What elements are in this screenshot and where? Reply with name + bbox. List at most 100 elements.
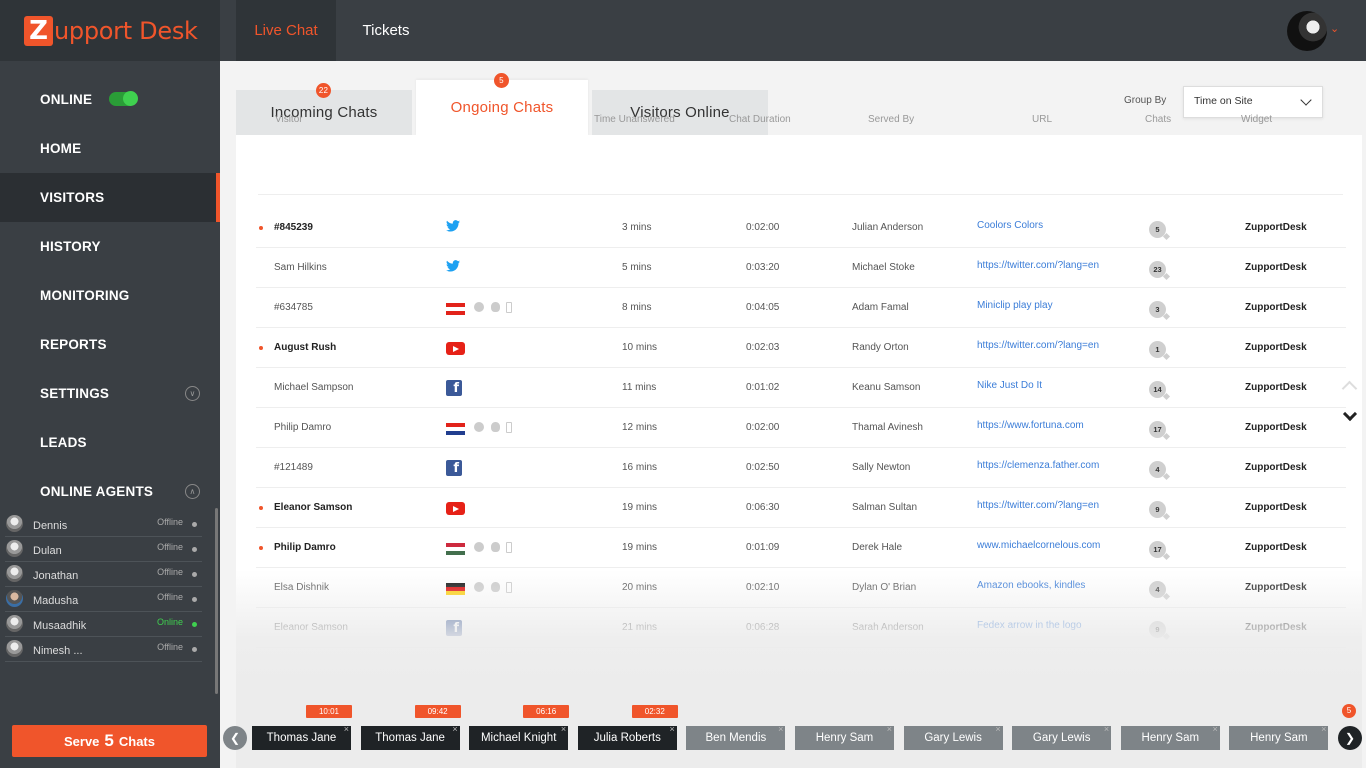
sidebar-item-monitoring[interactable]: MONITORING	[0, 271, 220, 320]
twitter-icon	[446, 220, 462, 233]
served-by: Sarah Anderson	[852, 622, 924, 633]
url-link[interactable]: Nike Just Do It	[977, 368, 1042, 408]
tab-incoming-chats[interactable]: 22 Incoming Chats	[236, 83, 412, 135]
sidebar-item-home[interactable]: HOME	[0, 124, 220, 173]
table-row[interactable]: August Rush 10 mins 0:02:03 Randy Orton http…	[236, 328, 1346, 368]
url-link[interactable]: Coolors Colors	[977, 208, 1043, 248]
agent-row[interactable]: Dennis Offline	[5, 512, 202, 537]
url-link[interactable]: https://www.fortuna.com	[977, 408, 1084, 448]
chat-chip[interactable]: Henry Sam ×	[1120, 724, 1220, 750]
column-header-widget[interactable]: Widget	[1241, 114, 1272, 125]
chevron-up-icon[interactable]: ∧	[185, 484, 200, 499]
agent-row[interactable]: Jonathan Offline	[5, 562, 202, 587]
agent-row[interactable]: Nimesh ... Offline	[5, 637, 202, 662]
close-icon[interactable]: ×	[452, 717, 457, 741]
url-link[interactable]: https://clemenza.father.com	[977, 448, 1099, 488]
serve-chats-button[interactable]: Serve 5 Chats	[12, 725, 207, 757]
sidebar-item-settings[interactable]: SETTINGS ∨	[0, 369, 220, 418]
url-link[interactable]: www.michaelcornelous.com	[977, 528, 1100, 568]
column-header-time-unanswered[interactable]: Time Unanswered	[594, 114, 675, 125]
close-icon[interactable]: ×	[1104, 717, 1109, 741]
url-link[interactable]: https://twitter.com/?lang=en	[977, 328, 1099, 368]
sidebar-item-reports[interactable]: REPORTS	[0, 320, 220, 369]
url-link[interactable]: Fedex arrow in the logo	[977, 608, 1082, 648]
status-dot	[192, 547, 197, 552]
status-dot	[192, 522, 197, 527]
served-by: Derek Hale	[852, 542, 903, 553]
table-row[interactable]: Philip Damro 19 mins 0:01:09 Derek Hale www.…	[236, 528, 1346, 568]
top-bar: Z upport Desk Live Chat Tickets ⌄	[0, 0, 1366, 61]
avatar	[6, 515, 23, 532]
chat-chip[interactable]: Julia Roberts ×	[577, 724, 677, 750]
column-header-visitor[interactable]: Visitor	[275, 114, 303, 125]
chat-chip[interactable]: Michael Knight ×	[469, 724, 569, 750]
chat-chip[interactable]: Ben Mendis ×	[686, 724, 786, 750]
chat-chip[interactable]: Gary Lewis ×	[903, 724, 1003, 750]
mobile-icon	[506, 542, 512, 553]
strip-prev-button[interactable]: ❮	[223, 726, 247, 750]
url-link[interactable]: https://twitter.com/?lang=en	[977, 488, 1099, 528]
column-header-served-by[interactable]: Served By	[868, 114, 914, 125]
table-row[interactable]: Eleanor Samson 19 mins 0:06:30 Salman Sulta…	[236, 488, 1346, 528]
close-icon[interactable]: ×	[887, 717, 892, 741]
close-icon[interactable]: ×	[561, 717, 566, 741]
sidebar-item-visitors[interactable]: VISITORS	[0, 173, 220, 222]
strip-next-button[interactable]: ❯	[1338, 726, 1362, 750]
visitor-name: Elsa Dishnik	[274, 582, 330, 593]
chat-chip[interactable]: Gary Lewis ×	[1012, 724, 1112, 750]
table-row[interactable]: Philip Damro 12 mins 0:02:00 Thamal Avinesh…	[236, 408, 1346, 448]
tab-ongoing-chats[interactable]: 5 Ongoing Chats	[416, 73, 588, 136]
avatar	[6, 565, 23, 582]
url-link[interactable]: https://twitter.com/?lang=en	[977, 248, 1099, 288]
table-row[interactable]: #121489 f 16 mins 0:02:50 Sally Newton https:…	[236, 448, 1346, 488]
table-row[interactable]: #845239 3 mins 0:02:00 Julian Anderson Coolo…	[236, 208, 1346, 248]
table-row[interactable]: #634785 8 mins 0:04:05 Adam Famal Miniclip p…	[236, 288, 1346, 328]
close-icon[interactable]: ×	[1213, 717, 1218, 741]
table-row[interactable]: Sam Hilkins 5 mins 0:03:20 Michael Stoke htt…	[236, 248, 1346, 288]
column-header-chats[interactable]: Chats	[1145, 114, 1171, 125]
chevron-down-icon[interactable]: ∨	[185, 386, 200, 401]
chat-duration: 0:02:10	[746, 582, 780, 593]
close-icon[interactable]: ×	[670, 717, 675, 741]
sidebar-item-history[interactable]: HISTORY	[0, 222, 220, 271]
chat-count-badge: 17	[1149, 421, 1166, 438]
chat-chip[interactable]: Henry Sam ×	[795, 724, 894, 750]
chevron-down-icon[interactable]: ⌄	[1330, 22, 1339, 35]
user-avatar[interactable]	[1287, 11, 1327, 51]
chat-chip[interactable]: Henry Sam ×	[1229, 724, 1329, 750]
table-row[interactable]: Eleanor Samson f 21 mins 0:06:28 Sarah Ander…	[236, 608, 1346, 648]
close-icon[interactable]: ×	[1321, 717, 1326, 741]
facebook-icon: f	[446, 380, 462, 396]
served-by: Salman Sultan	[852, 502, 918, 513]
chat-duration: 0:02:50	[746, 462, 780, 473]
column-header-chat-duration[interactable]: Chat Duration	[729, 114, 791, 125]
twitter-icon	[446, 260, 462, 273]
chat-chip[interactable]: Thomas Jane ×	[252, 724, 351, 750]
visitor-name: Eleanor Samson	[274, 622, 348, 633]
visitor-name: Michael Sampson	[274, 382, 354, 393]
close-icon[interactable]: ×	[778, 717, 783, 741]
apple-icon	[491, 582, 500, 592]
nav-live-chat[interactable]: Live Chat	[236, 0, 336, 61]
url-link[interactable]: Amazon ebooks, kindles	[977, 568, 1085, 608]
sidebar-scrollbar[interactable]	[215, 508, 218, 694]
chat-chip-name: Henry Sam	[1250, 732, 1308, 744]
online-toggle[interactable]	[109, 91, 138, 106]
sidebar-item-leads[interactable]: LEADS	[0, 418, 220, 467]
sidebar-item-online-agents[interactable]: ONLINE AGENTS ∧	[0, 467, 220, 516]
brand-logo[interactable]: Z upport Desk	[0, 0, 220, 61]
nav-tickets[interactable]: Tickets	[346, 0, 426, 61]
close-icon[interactable]: ×	[995, 717, 1000, 741]
close-icon[interactable]: ×	[344, 717, 349, 741]
column-header-url[interactable]: URL	[1032, 114, 1052, 125]
header-divider	[258, 194, 1343, 195]
table-row[interactable]: Elsa Dishnik 20 mins 0:02:10 Dylan O' Brian…	[236, 568, 1346, 608]
agent-row[interactable]: Madusha Offline	[5, 587, 202, 612]
agent-row[interactable]: Musaadhik Online	[5, 612, 202, 637]
agent-row[interactable]: Dulan Offline	[5, 537, 202, 562]
chat-chip[interactable]: Thomas Jane ×	[360, 724, 460, 750]
url-link[interactable]: Miniclip play play	[977, 288, 1053, 328]
tab-visitors-online[interactable]: Visitors Online	[592, 90, 768, 135]
agent-status: Offline	[157, 542, 183, 552]
table-row[interactable]: Michael Sampson f 11 mins 0:01:02 Keanu Sams…	[236, 368, 1346, 408]
